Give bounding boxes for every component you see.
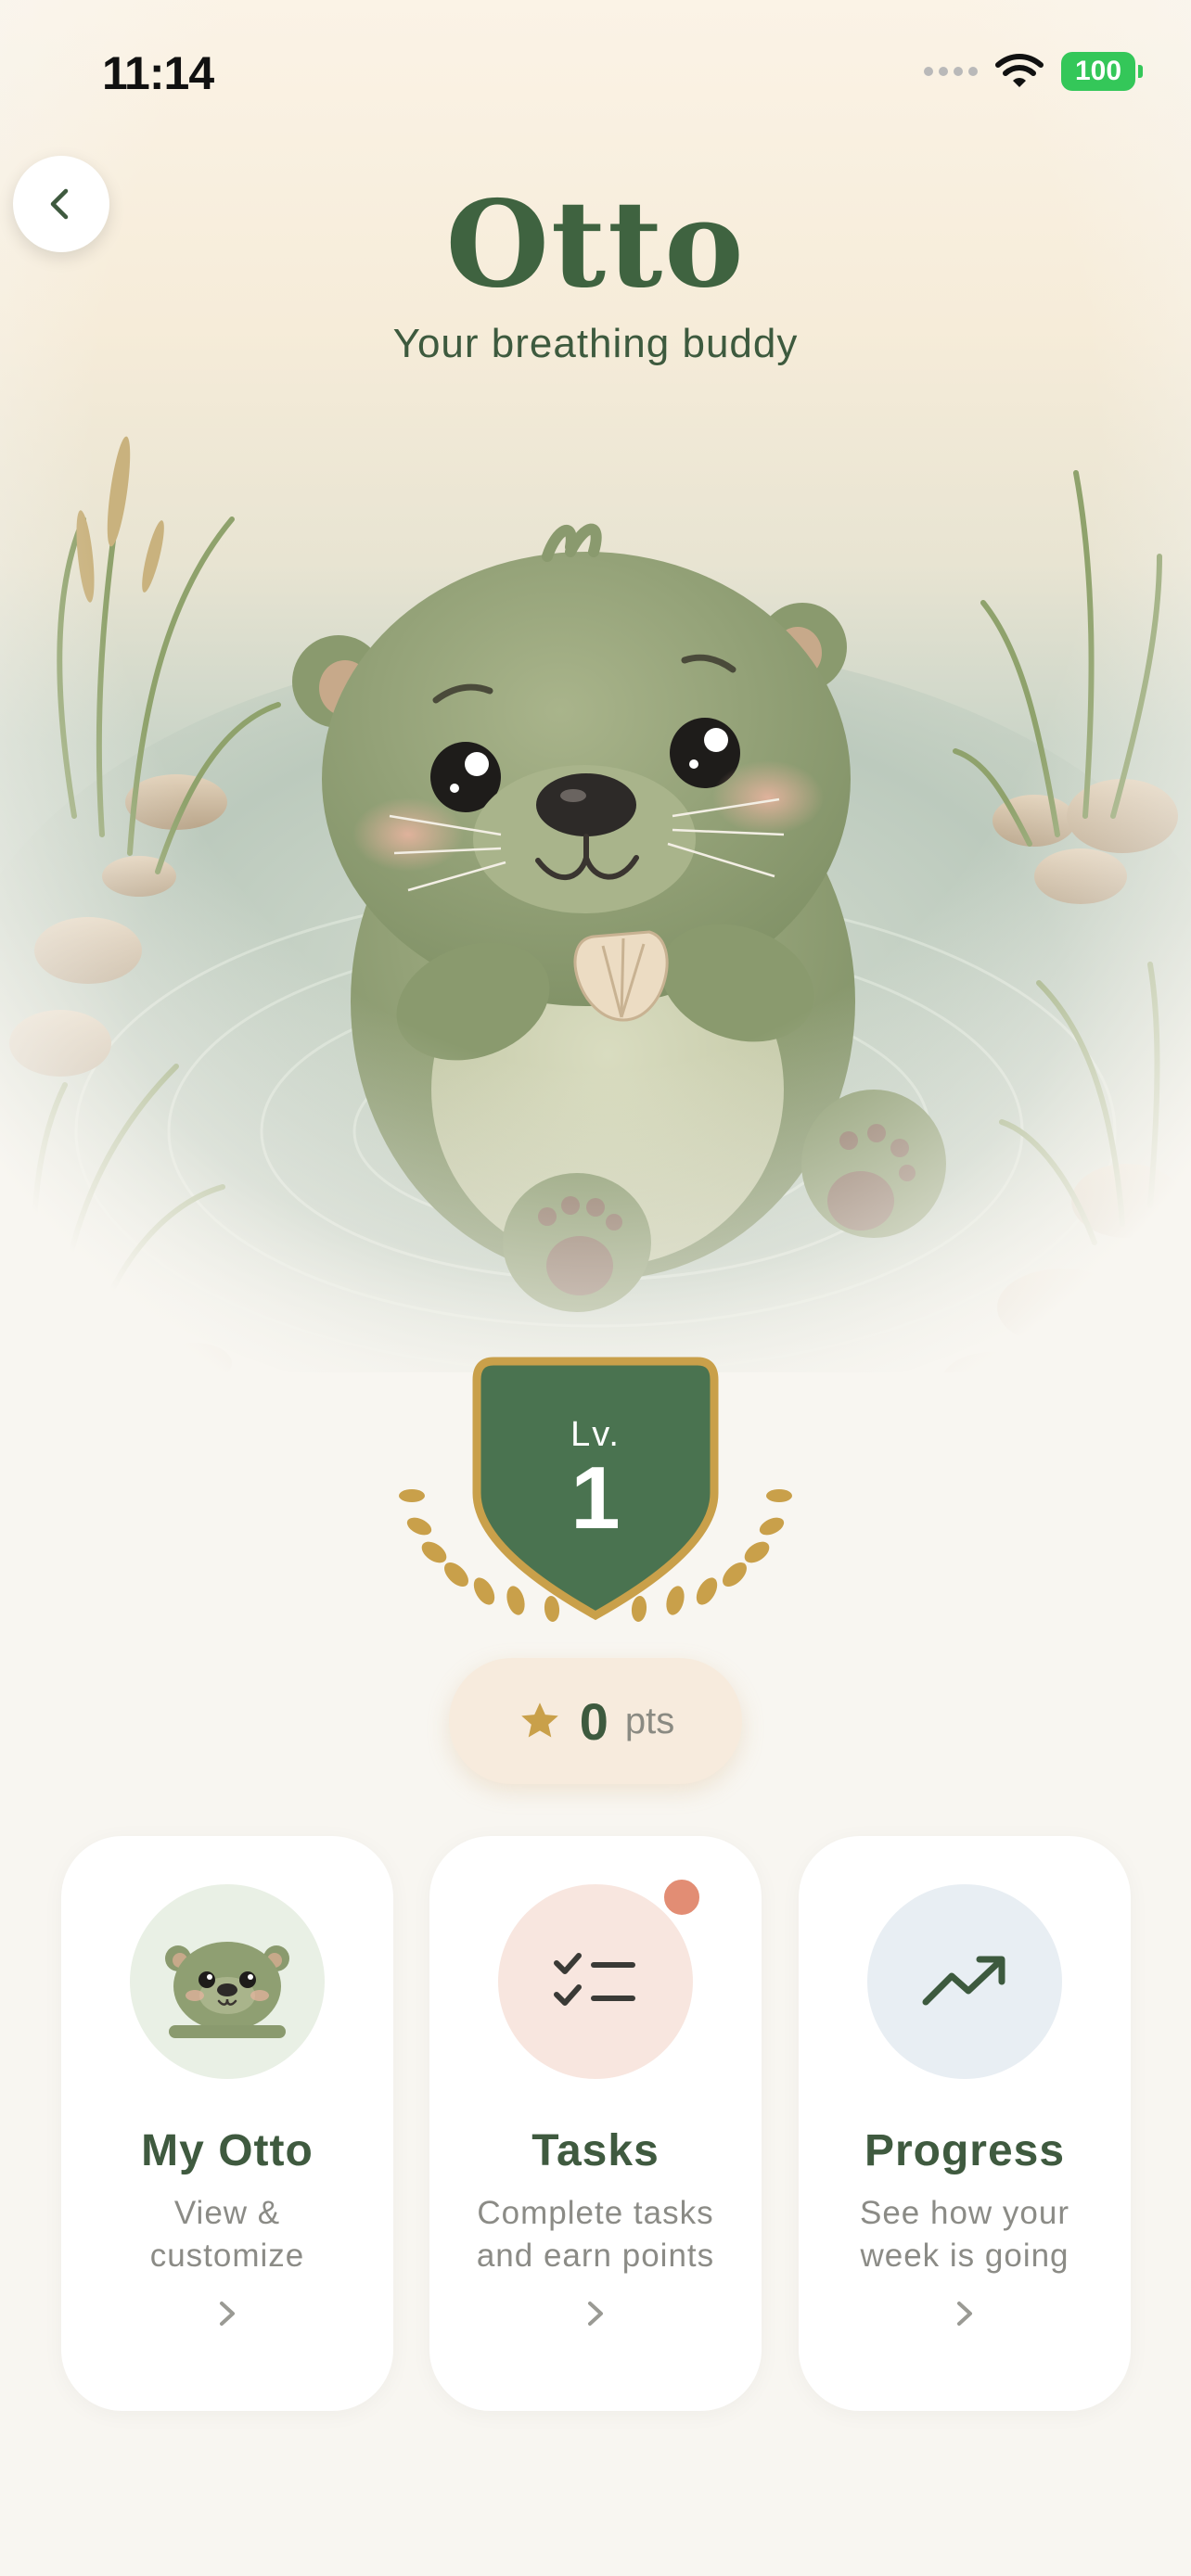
checklist-icon bbox=[554, 1953, 635, 2006]
otto-avatar bbox=[130, 1884, 325, 2079]
card-description: View & customize bbox=[149, 2195, 305, 2274]
points-unit: pts bbox=[624, 1700, 675, 1741]
chevron-right-icon bbox=[210, 2296, 245, 2331]
status-indicators: 100 bbox=[924, 52, 1143, 91]
card-title: Progress bbox=[864, 2126, 1066, 2175]
chevron-right-icon bbox=[947, 2296, 982, 2331]
battery-icon: 100 bbox=[1061, 52, 1143, 91]
wifi-icon bbox=[995, 54, 1044, 87]
progress-card[interactable]: Progress See how your week is going bbox=[799, 1836, 1131, 2411]
level-badge: Lv. 1 bbox=[390, 1345, 801, 1651]
otto-face-icon bbox=[165, 1942, 289, 2038]
page-subtitle: Your breathing buddy bbox=[392, 321, 799, 366]
card-title: My Otto bbox=[141, 2126, 314, 2175]
chevron-right-icon bbox=[578, 2296, 613, 2331]
progress-icon-circle bbox=[867, 1884, 1062, 2079]
page-title: Otto bbox=[445, 175, 746, 314]
cellular-signal-icon bbox=[924, 67, 978, 76]
points-value: 0 bbox=[579, 1691, 608, 1751]
tasks-card[interactable]: Tasks Complete tasks and earn points bbox=[429, 1836, 762, 2411]
level-value: 1 bbox=[570, 1448, 621, 1548]
card-description: See how your week is going bbox=[859, 2195, 1070, 2274]
my-otto-card[interactable]: My Otto View & customize bbox=[61, 1836, 393, 2411]
status-time: 11:14 bbox=[102, 47, 214, 99]
points-pill: 0 pts bbox=[449, 1658, 742, 1784]
card-description: Complete tasks and earn points bbox=[476, 2195, 715, 2274]
tasks-icon-circle bbox=[498, 1884, 693, 2079]
card-title: Tasks bbox=[531, 2126, 660, 2175]
star-icon bbox=[520, 1702, 558, 1738]
trending-up-icon bbox=[922, 1956, 1005, 2006]
notification-dot bbox=[661, 1877, 702, 1918]
